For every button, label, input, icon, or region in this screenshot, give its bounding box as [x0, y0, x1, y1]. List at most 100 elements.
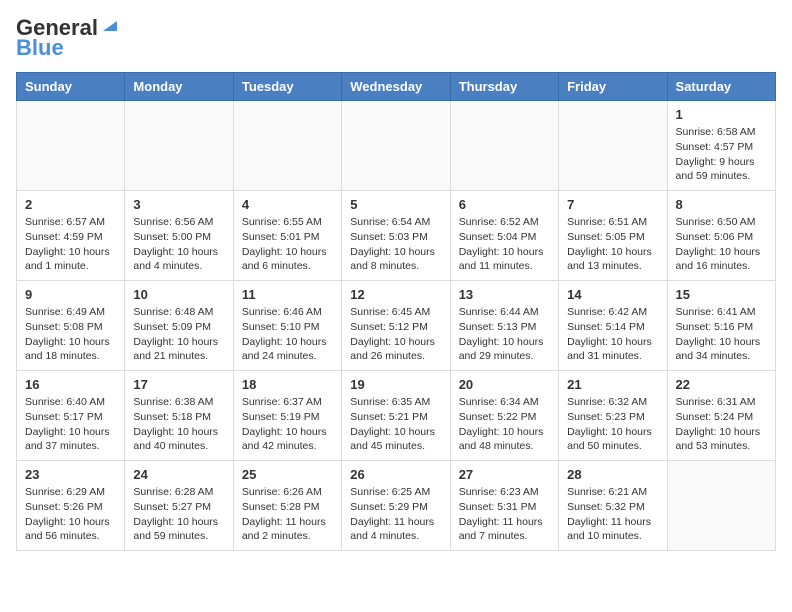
day-info: Sunrise: 6:46 AM Sunset: 5:10 PM Dayligh…	[242, 305, 333, 364]
header-friday: Friday	[559, 73, 667, 101]
week-row-4: 16 Sunrise: 6:40 AM Sunset: 5:17 PM Dayli…	[17, 371, 776, 461]
day-number: 8	[676, 197, 767, 212]
calendar-cell: 3Sunrise: 6:56 AM Sunset: 5:00 PM Daylig…	[125, 191, 233, 281]
header-wednesday: Wednesday	[342, 73, 450, 101]
calendar-cell: 28 Sunrise: 6:21 AM Sunset: 5:32 PM Dayli…	[559, 461, 667, 551]
day-info: Sunrise: 6:50 AM Sunset: 5:06 PM Dayligh…	[676, 215, 767, 274]
day-info: Sunrise: 6:57 AM Sunset: 4:59 PM Dayligh…	[25, 215, 116, 274]
week-row-5: 23Sunrise: 6:29 AM Sunset: 5:26 PM Dayli…	[17, 461, 776, 551]
calendar-cell: 8 Sunrise: 6:50 AM Sunset: 5:06 PM Daylig…	[667, 191, 775, 281]
calendar-table: SundayMondayTuesdayWednesdayThursdayFrid…	[16, 72, 776, 551]
day-number: 2	[25, 197, 116, 212]
day-info: Sunrise: 6:44 AM Sunset: 5:13 PM Dayligh…	[459, 305, 550, 364]
day-info: Sunrise: 6:49 AM Sunset: 5:08 PM Dayligh…	[25, 305, 116, 364]
day-info: Sunrise: 6:55 AM Sunset: 5:01 PM Dayligh…	[242, 215, 333, 274]
logo: General Blue	[16, 16, 117, 60]
day-info: Sunrise: 6:42 AM Sunset: 5:14 PM Dayligh…	[567, 305, 658, 364]
header-tuesday: Tuesday	[233, 73, 341, 101]
day-info: Sunrise: 6:34 AM Sunset: 5:22 PM Dayligh…	[459, 395, 550, 454]
day-info: Sunrise: 6:25 AM Sunset: 5:29 PM Dayligh…	[350, 485, 441, 544]
day-number: 27	[459, 467, 550, 482]
calendar-cell: 18Sunrise: 6:37 AM Sunset: 5:19 PM Dayli…	[233, 371, 341, 461]
day-info: Sunrise: 6:48 AM Sunset: 5:09 PM Dayligh…	[133, 305, 224, 364]
calendar-cell	[125, 101, 233, 191]
day-number: 22	[676, 377, 767, 392]
day-info: Sunrise: 6:45 AM Sunset: 5:12 PM Dayligh…	[350, 305, 441, 364]
day-info: Sunrise: 6:38 AM Sunset: 5:18 PM Dayligh…	[133, 395, 224, 454]
day-number: 5	[350, 197, 441, 212]
day-info: Sunrise: 6:52 AM Sunset: 5:04 PM Dayligh…	[459, 215, 550, 274]
calendar-cell: 26 Sunrise: 6:25 AM Sunset: 5:29 PM Dayli…	[342, 461, 450, 551]
day-info: Sunrise: 6:31 AM Sunset: 5:24 PM Dayligh…	[676, 395, 767, 454]
day-number: 21	[567, 377, 658, 392]
day-info: Sunrise: 6:23 AM Sunset: 5:31 PM Dayligh…	[459, 485, 550, 544]
day-info: Sunrise: 6:40 AM Sunset: 5:17 PM Dayligh…	[25, 395, 116, 454]
day-number: 17	[133, 377, 224, 392]
day-info: Sunrise: 6:28 AM Sunset: 5:27 PM Dayligh…	[133, 485, 224, 544]
logo-arrow-icon	[99, 17, 117, 35]
calendar-cell: 10 Sunrise: 6:48 AM Sunset: 5:09 PM Dayli…	[125, 281, 233, 371]
week-row-3: 9 Sunrise: 6:49 AM Sunset: 5:08 PM Daylig…	[17, 281, 776, 371]
calendar-cell: 1 Sunrise: 6:58 AM Sunset: 4:57 PM Daylig…	[667, 101, 775, 191]
calendar-cell: 6 Sunrise: 6:52 AM Sunset: 5:04 PM Daylig…	[450, 191, 558, 281]
day-info: Sunrise: 6:41 AM Sunset: 5:16 PM Dayligh…	[676, 305, 767, 364]
calendar-cell	[667, 461, 775, 551]
day-number: 14	[567, 287, 658, 302]
day-number: 9	[25, 287, 116, 302]
calendar-cell: 16 Sunrise: 6:40 AM Sunset: 5:17 PM Dayli…	[17, 371, 125, 461]
page-header: General Blue	[16, 16, 776, 60]
day-number: 7	[567, 197, 658, 212]
header-thursday: Thursday	[450, 73, 558, 101]
calendar-cell: 9 Sunrise: 6:49 AM Sunset: 5:08 PM Daylig…	[17, 281, 125, 371]
calendar-cell: 11 Sunrise: 6:46 AM Sunset: 5:10 PM Dayli…	[233, 281, 341, 371]
calendar-cell: 5 Sunrise: 6:54 AM Sunset: 5:03 PM Daylig…	[342, 191, 450, 281]
day-info: Sunrise: 6:32 AM Sunset: 5:23 PM Dayligh…	[567, 395, 658, 454]
logo-blue: Blue	[16, 36, 64, 60]
calendar-cell: 20 Sunrise: 6:34 AM Sunset: 5:22 PM Dayli…	[450, 371, 558, 461]
day-number: 11	[242, 287, 333, 302]
calendar-cell: 12 Sunrise: 6:45 AM Sunset: 5:12 PM Dayli…	[342, 281, 450, 371]
day-number: 6	[459, 197, 550, 212]
day-number: 13	[459, 287, 550, 302]
day-number: 28	[567, 467, 658, 482]
calendar-cell: 19 Sunrise: 6:35 AM Sunset: 5:21 PM Dayli…	[342, 371, 450, 461]
calendar-cell: 23Sunrise: 6:29 AM Sunset: 5:26 PM Dayli…	[17, 461, 125, 551]
day-number: 19	[350, 377, 441, 392]
calendar-cell	[450, 101, 558, 191]
day-number: 26	[350, 467, 441, 482]
calendar-cell: 7Sunrise: 6:51 AM Sunset: 5:05 PM Daylig…	[559, 191, 667, 281]
calendar-header-row: SundayMondayTuesdayWednesdayThursdayFrid…	[17, 73, 776, 101]
day-number: 1	[676, 107, 767, 122]
calendar-cell: 2 Sunrise: 6:57 AM Sunset: 4:59 PM Daylig…	[17, 191, 125, 281]
header-saturday: Saturday	[667, 73, 775, 101]
day-number: 12	[350, 287, 441, 302]
day-number: 16	[25, 377, 116, 392]
calendar-cell: 24 Sunrise: 6:28 AM Sunset: 5:27 PM Dayli…	[125, 461, 233, 551]
header-sunday: Sunday	[17, 73, 125, 101]
week-row-2: 2 Sunrise: 6:57 AM Sunset: 4:59 PM Daylig…	[17, 191, 776, 281]
day-number: 15	[676, 287, 767, 302]
calendar-cell: 14 Sunrise: 6:42 AM Sunset: 5:14 PM Dayli…	[559, 281, 667, 371]
day-info: Sunrise: 6:54 AM Sunset: 5:03 PM Dayligh…	[350, 215, 441, 274]
day-info: Sunrise: 6:26 AM Sunset: 5:28 PM Dayligh…	[242, 485, 333, 544]
calendar-cell: 22 Sunrise: 6:31 AM Sunset: 5:24 PM Dayli…	[667, 371, 775, 461]
calendar-cell	[559, 101, 667, 191]
header-monday: Monday	[125, 73, 233, 101]
calendar-cell: 13 Sunrise: 6:44 AM Sunset: 5:13 PM Dayli…	[450, 281, 558, 371]
calendar-cell: 17 Sunrise: 6:38 AM Sunset: 5:18 PM Dayli…	[125, 371, 233, 461]
day-number: 20	[459, 377, 550, 392]
day-number: 3	[133, 197, 224, 212]
day-info: Sunrise: 6:35 AM Sunset: 5:21 PM Dayligh…	[350, 395, 441, 454]
day-number: 10	[133, 287, 224, 302]
day-info: Sunrise: 6:37 AM Sunset: 5:19 PM Dayligh…	[242, 395, 333, 454]
calendar-cell	[342, 101, 450, 191]
day-info: Sunrise: 6:21 AM Sunset: 5:32 PM Dayligh…	[567, 485, 658, 544]
day-number: 4	[242, 197, 333, 212]
calendar-cell: 25Sunrise: 6:26 AM Sunset: 5:28 PM Dayli…	[233, 461, 341, 551]
calendar-cell	[17, 101, 125, 191]
day-info: Sunrise: 6:58 AM Sunset: 4:57 PM Dayligh…	[676, 125, 767, 184]
calendar-cell: 21 Sunrise: 6:32 AM Sunset: 5:23 PM Dayli…	[559, 371, 667, 461]
calendar-cell: 4 Sunrise: 6:55 AM Sunset: 5:01 PM Daylig…	[233, 191, 341, 281]
day-number: 24	[133, 467, 224, 482]
day-info: Sunrise: 6:29 AM Sunset: 5:26 PM Dayligh…	[25, 485, 116, 544]
